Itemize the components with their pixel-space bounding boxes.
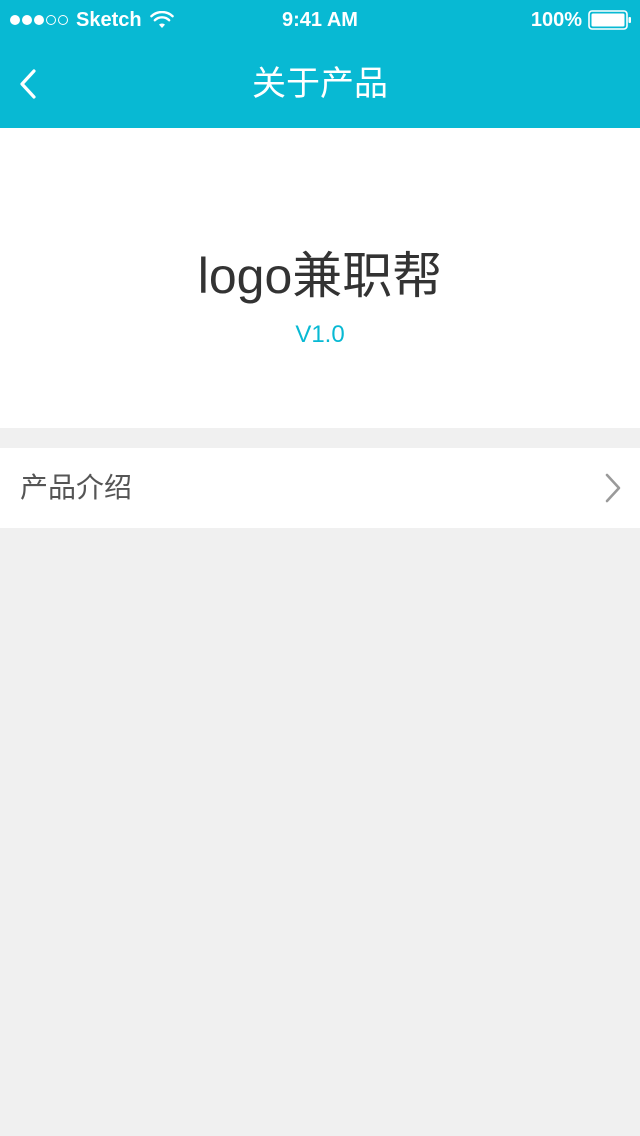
product-name: logo兼职帮 — [197, 248, 443, 304]
menu-item-label: 产品介绍 — [20, 472, 133, 503]
product-info-section: logo兼职帮 V1.0 — [0, 128, 640, 428]
menu-item-product-intro[interactable]: 产品介绍 — [0, 448, 640, 528]
navigation-bar: 关于产品 — [0, 40, 640, 128]
battery-icon — [588, 10, 632, 30]
page-title: 关于产品 — [252, 65, 388, 103]
battery-percentage: 100% — [530, 9, 582, 31]
product-version: V1.0 — [295, 321, 345, 348]
status-right: 100% — [531, 8, 632, 32]
status-bar: Sketch 9:41 AM 100% — [0, 0, 640, 40]
